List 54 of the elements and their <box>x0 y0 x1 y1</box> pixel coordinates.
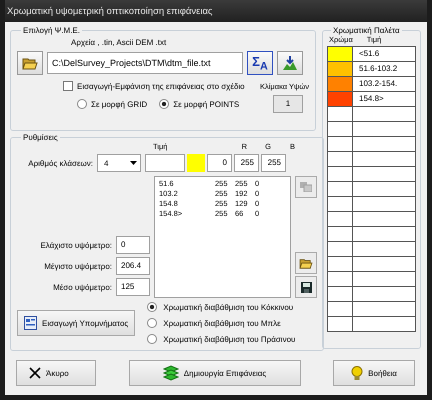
layers-icon <box>162 365 179 381</box>
max-label: Μέγιστο υψόμετρο: <box>44 262 112 270</box>
table-cell-text: <51.6 <box>358 48 380 60</box>
folder-icon <box>299 258 313 268</box>
import-button[interactable] <box>277 51 303 75</box>
open-folder-button[interactable] <box>295 252 317 274</box>
radio-button[interactable] <box>159 99 170 109</box>
radio-button[interactable] <box>147 302 158 312</box>
radio-label: Χρωματική διαβάθμιση του Μπλε <box>163 318 281 328</box>
radio-label: Σε μορφή POINTS <box>173 100 240 108</box>
section-title: Επιλογή Ψ.Μ.Ε. <box>22 26 81 35</box>
max-field[interactable]: 206.4 <box>116 257 150 275</box>
section-title: Χρωματική Παλέτα <box>332 26 401 35</box>
terrain-download-icon <box>282 55 298 71</box>
radio-label: Χρωματική διαβάθμιση του Πράσινου <box>163 334 296 344</box>
classes-label: Αριθμός κλάσεων: <box>27 158 93 168</box>
checkbox-label: Εισαγωγή-Εμφάνιση της επιφάνειας στο σχέδιο <box>77 82 245 90</box>
color-swatch[interactable] <box>187 154 205 172</box>
create-button[interactable]: Δημιουργία Επιφάνειας <box>128 360 300 386</box>
radio-button[interactable] <box>77 99 87 109</box>
file-path-field[interactable]: C:\DelSurvey_Projects\DTM\dtm_file.txt <box>47 52 243 74</box>
lightbulb-icon <box>351 366 364 380</box>
table-cell-text: 103.2-154. <box>358 78 398 90</box>
save-button[interactable] <box>295 276 317 298</box>
dropdown-arrow-icon <box>130 161 137 165</box>
copy-icon <box>300 182 312 192</box>
radio-label: Σε μορφή GRID <box>91 100 148 108</box>
value-field[interactable] <box>145 154 185 172</box>
table-cell-text: 51.6-103.2 <box>358 63 398 75</box>
cancel-button[interactable]: Άκυρο <box>16 360 96 386</box>
mean-label: Μέσο υψόμετρο: <box>53 282 112 292</box>
radio-button[interactable] <box>147 334 158 344</box>
open-folder-button[interactable] <box>17 51 43 75</box>
min-field[interactable]: 0 <box>116 236 150 254</box>
document-icon <box>24 316 37 330</box>
r-value-field[interactable]: 0 <box>207 154 232 172</box>
file-types-label: Αρχεία , .tin, Ascii DEM .txt <box>71 38 166 47</box>
min-label: Ελάχιστο υψόμετρο: <box>40 240 112 250</box>
mean-field[interactable]: 125 <box>116 278 150 296</box>
window-title: Χρωματική υψομετρική οπτικοποίηση επιφάνειας <box>7 6 213 16</box>
folder-icon <box>22 56 38 70</box>
table-cell-text: 154.8> <box>358 93 385 105</box>
scale-field[interactable]: 1 <box>273 95 303 113</box>
insert-legend-button[interactable]: Εισαγωγή Υπομνήματος <box>17 310 136 336</box>
checkbox[interactable] <box>63 81 73 91</box>
section-title: Ρυθμίσεις <box>22 133 59 142</box>
sigma-button[interactable]: Σ$_{A}$ <box>247 51 273 75</box>
classes-dropdown[interactable]: 4 <box>97 154 141 172</box>
radio-label: Χρωματική διαβάθμιση του Κόκκινου <box>163 302 294 312</box>
help-button[interactable]: Βοήθεια <box>333 360 415 386</box>
g-value-field[interactable]: 255 <box>234 154 259 172</box>
b-value-field[interactable]: 255 <box>261 154 286 172</box>
close-icon <box>29 367 41 379</box>
radio-button[interactable] <box>147 318 158 328</box>
